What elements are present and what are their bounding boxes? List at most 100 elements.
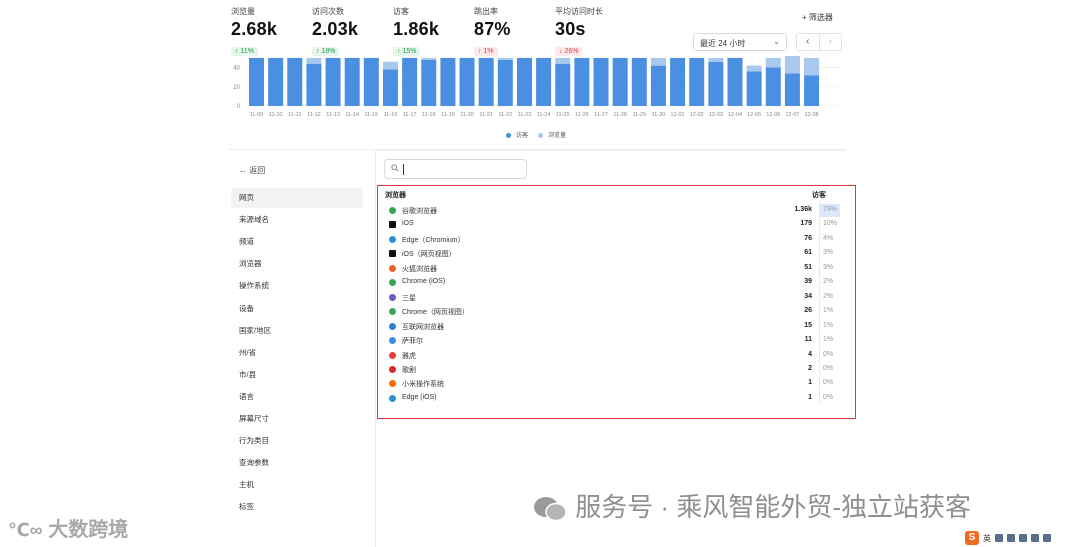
sidebar-item[interactable]: 设备 (231, 299, 363, 319)
bar-visitors[interactable] (536, 57, 552, 106)
x-tick-label: 11-22 (498, 112, 512, 118)
bar-pageviews[interactable] (708, 57, 724, 62)
x-tick-label: 11-13 (326, 112, 340, 118)
visitor-count: 11 (804, 336, 812, 344)
sidebar-item[interactable]: 语言 (231, 387, 363, 407)
table-row[interactable]: iOS 179 10% (378, 218, 854, 232)
table-row[interactable]: 萨菲尔 11 1% (378, 334, 854, 348)
sidebar-item[interactable]: 市/县 (231, 365, 363, 385)
bar-pageviews[interactable] (421, 57, 437, 60)
microphone-icon[interactable] (1007, 534, 1015, 542)
chevron-right-icon[interactable]: › (818, 34, 842, 50)
sidebar-item[interactable]: 操作系统 (231, 276, 363, 296)
bar-pageviews[interactable] (555, 57, 571, 64)
table-row[interactable]: 小米操作系统 1 0% (378, 377, 854, 391)
stat-delta-badge: ↑ 1% (474, 47, 498, 56)
bar-visitors[interactable] (325, 57, 341, 106)
bar-visitors[interactable] (765, 67, 781, 106)
bar-visitors[interactable] (344, 57, 360, 106)
sidebar-item[interactable]: 行为类目 (231, 431, 363, 451)
sidebar-item[interactable]: 标签 (231, 497, 363, 517)
bar-visitors[interactable] (440, 57, 456, 106)
x-tick-label: 12-04 (728, 112, 742, 118)
bar-pageviews[interactable] (765, 57, 781, 68)
bar-visitors[interactable] (497, 59, 513, 106)
bar-visitors[interactable] (746, 71, 762, 106)
bar-visitors[interactable] (459, 57, 475, 106)
table-row[interactable]: Edge（Chromium） 76 4% (378, 233, 854, 247)
x-tick-label: 11-18 (422, 112, 436, 118)
visitor-percent: 2% (823, 292, 834, 300)
bar-visitors[interactable] (382, 69, 398, 106)
table-row[interactable]: 三星 34 2% (378, 291, 854, 305)
bar-visitors[interactable] (650, 65, 666, 106)
table-row[interactable]: 雅虎 4 0% (378, 349, 854, 363)
bar-visitors[interactable] (574, 57, 590, 106)
table-row[interactable]: iOS（网页视图） 61 3% (378, 247, 854, 261)
bar-pageviews[interactable] (650, 57, 666, 66)
table-row[interactable]: 互联网浏览器 15 1% (378, 320, 854, 334)
table-row[interactable]: 谷歌浏览器 1.36k 73% (378, 204, 854, 218)
toolbox-icon[interactable] (1043, 534, 1051, 542)
date-range-select[interactable]: 最近 24 小时 ⌄ (693, 33, 787, 51)
bar-visitors[interactable] (727, 57, 743, 106)
bar-visitors[interactable] (421, 59, 437, 106)
table-row[interactable]: 火狐浏览器 51 3% (378, 262, 854, 276)
stat-label: 浏览量 (231, 7, 255, 16)
sidebar-item[interactable]: 州/省 (231, 343, 363, 363)
bar-pageviews[interactable] (804, 57, 820, 76)
bar-visitors[interactable] (708, 61, 724, 106)
punctuation-icon[interactable] (995, 534, 1003, 542)
bar-visitors[interactable] (516, 57, 532, 106)
sidebar-item[interactable]: 网页 (231, 188, 363, 208)
search-input[interactable] (384, 159, 527, 179)
bar-pageviews[interactable] (784, 56, 800, 74)
visitor-count: 39 (804, 278, 812, 286)
bar-visitors[interactable] (784, 73, 800, 106)
sidebar-item[interactable]: 浏览器 (231, 254, 363, 274)
table-row[interactable]: 歌剧 2 0% (378, 363, 854, 377)
browser-name: 火狐浏览器 (402, 265, 437, 273)
bar-pageviews[interactable] (382, 61, 398, 70)
system-tray: S 英 (965, 530, 1080, 546)
browser-table-panel: 浏览器 访客 谷歌浏览器 1.36k 73% iOS 179 10% Edge（Chromi… (377, 185, 856, 419)
bar-pageviews[interactable] (497, 57, 513, 60)
add-filter-button[interactable]: + 筛选器 (802, 12, 833, 23)
bar-visitors[interactable] (249, 57, 264, 106)
bar-visitors[interactable] (612, 57, 628, 106)
sogou-ime-icon[interactable]: S (965, 531, 979, 545)
skin-icon[interactable] (1031, 534, 1039, 542)
bar-visitors[interactable] (363, 57, 379, 106)
bar-visitors[interactable] (306, 63, 322, 106)
sidebar-item[interactable]: 来源域名 (231, 210, 363, 230)
bar-visitors[interactable] (593, 57, 609, 106)
bar-visitors[interactable] (287, 57, 303, 106)
bar-visitors[interactable] (689, 57, 705, 106)
table-row[interactable]: Edge (iOS) 1 0% (378, 392, 854, 406)
back-link[interactable]: ← 返回 (239, 165, 265, 176)
sidebar-item[interactable]: 国家/地区 (231, 321, 363, 341)
keyboard-icon[interactable] (1019, 534, 1027, 542)
x-tick-label: 11-20 (460, 112, 474, 118)
bar-visitors[interactable] (631, 57, 647, 106)
bar-visitors[interactable] (268, 57, 284, 106)
table-row[interactable]: Chrome (iOS) 39 2% (378, 276, 854, 290)
table-row[interactable]: Chrome（网页视图） 26 1% (378, 305, 854, 319)
bar-visitors[interactable] (478, 57, 494, 106)
visitor-percent: 0% (823, 364, 834, 372)
sidebar-item[interactable]: 主机 (231, 475, 363, 495)
sidebar-divider (375, 150, 376, 547)
ime-language[interactable]: 英 (983, 533, 991, 544)
x-tick-label: 12-05 (747, 112, 761, 118)
sidebar-item[interactable]: 屏幕尺寸 (231, 409, 363, 429)
bar-visitors[interactable] (670, 57, 686, 106)
visitor-percent: 0% (823, 350, 834, 358)
bar-pageviews[interactable] (306, 57, 322, 64)
chevron-left-icon[interactable]: ‹ (797, 34, 819, 50)
sidebar-item[interactable]: 查询参数 (231, 453, 363, 473)
bar-pageviews[interactable] (746, 65, 762, 72)
bar-visitors[interactable] (555, 63, 571, 106)
sidebar-item[interactable]: 频道 (231, 232, 363, 252)
bar-visitors[interactable] (402, 57, 418, 106)
bar-visitors[interactable] (804, 75, 820, 106)
